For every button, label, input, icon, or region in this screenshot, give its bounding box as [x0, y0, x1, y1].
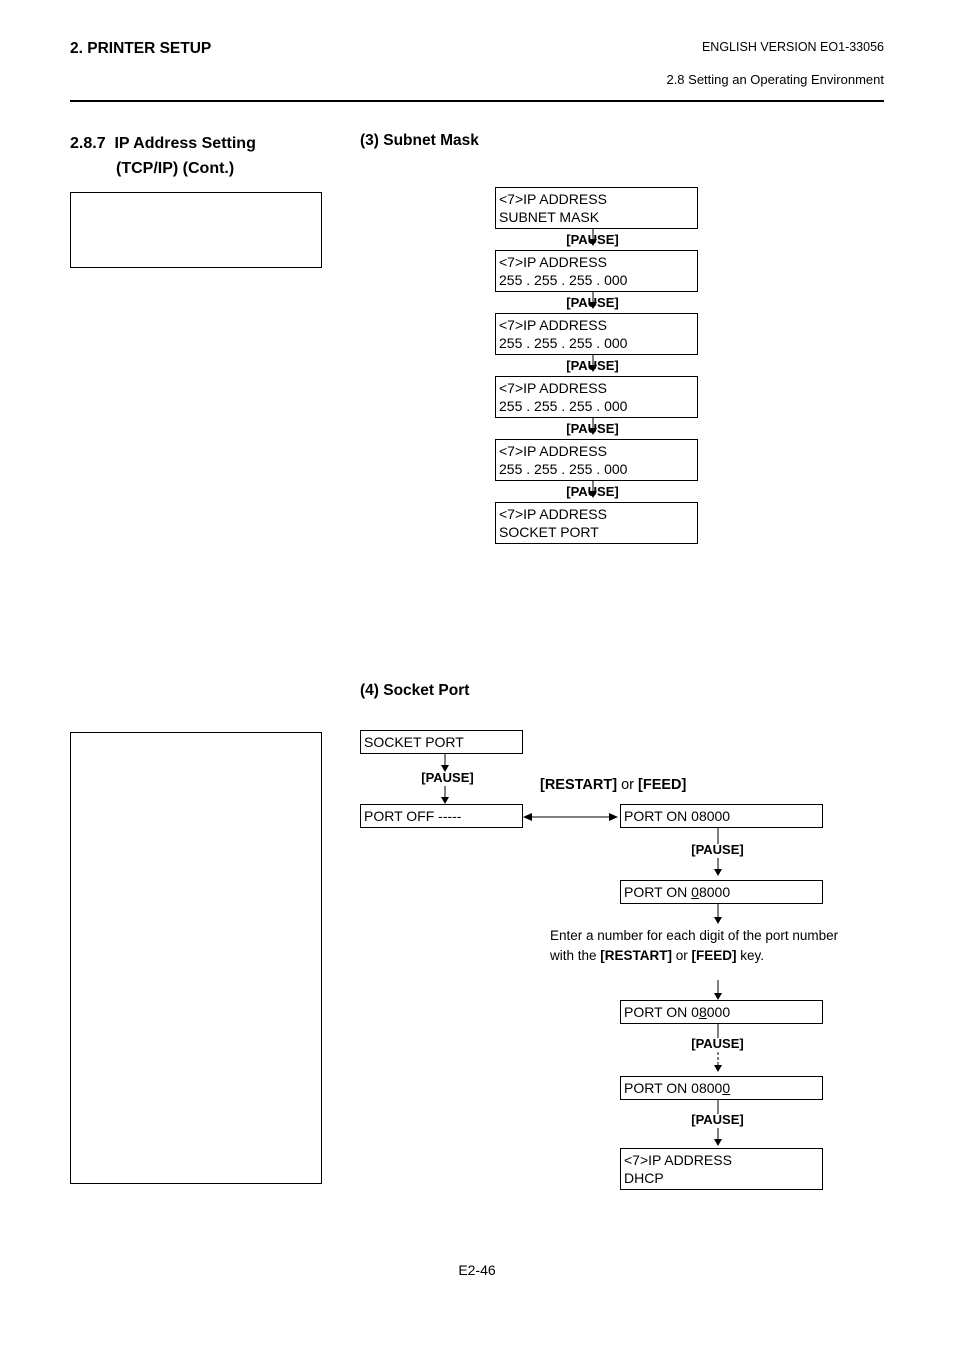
disp-text: PORT ON	[624, 884, 691, 900]
instruction-text: Enter a number for each digit of the por…	[550, 926, 840, 965]
arrow-down-icon	[588, 480, 598, 498]
disp-line: 255 . 255 . 255 . 000	[499, 397, 694, 415]
display-port-off: PORT OFF -----	[360, 804, 523, 828]
disp-line: SOCKET PORT	[499, 523, 694, 541]
restart-key: [RESTART]	[540, 777, 617, 793]
disp-line: <7>IP ADDRESS	[499, 505, 694, 523]
instr-feed: [FEED]	[692, 948, 737, 963]
sec-num: 2.8.7	[70, 135, 106, 152]
disp-line: <7>IP ADDRESS	[499, 316, 694, 334]
instr-or: or	[672, 948, 692, 963]
disp-line: SUBNET MASK	[499, 208, 694, 226]
page-number: E2-46	[70, 1262, 884, 1278]
disp-line: <7>IP ADDRESS	[499, 190, 694, 208]
arrow-down-icon	[713, 980, 723, 1000]
section-number-title: 2.8.7 IP Address Setting (TCP/IP) (Cont.…	[70, 132, 330, 182]
disp-text: 000	[707, 1004, 730, 1020]
disp-text: PORT ON 0800	[624, 1080, 722, 1096]
heading-subnet-mask: (3) Subnet Mask	[360, 132, 479, 150]
arrow-down-dashed-icon	[713, 1052, 723, 1072]
disp-line: 255 . 255 . 255 . 000	[499, 271, 694, 289]
pause-label: [PAUSE]	[620, 842, 815, 857]
display-port-on-3: PORT ON 08000	[620, 1000, 823, 1024]
display-port-on-1: PORT ON 08000	[620, 804, 823, 828]
pause-label: [PAUSE]	[620, 1036, 815, 1051]
disp-line: <7>IP ADDRESS	[499, 442, 694, 460]
disp-text: 8000	[699, 884, 730, 900]
header-rule	[70, 100, 884, 102]
display-socket-start: SOCKET PORT	[360, 730, 523, 754]
header-left: 2. PRINTER SETUP	[70, 40, 211, 57]
disp-line: 255 . 255 . 255 . 000	[499, 460, 694, 478]
disp-text: PORT ON 0	[624, 1004, 699, 1020]
disp-underlined-digit: 8	[699, 1004, 707, 1020]
arrow-down-icon	[713, 858, 723, 876]
display-subnet-3: <7>IP ADDRESS 255 . 255 . 255 . 000	[495, 313, 698, 355]
pause-label: [PAUSE]	[620, 1112, 815, 1127]
arrow-down-icon	[588, 228, 598, 246]
display-subnet-2: <7>IP ADDRESS 255 . 255 . 255 . 000	[495, 250, 698, 292]
display-subnet-1: <7>IP ADDRESS SUBNET MASK	[495, 187, 698, 229]
display-subnet-4: <7>IP ADDRESS 255 . 255 . 255 . 000	[495, 376, 698, 418]
pause-label: [PAUSE]	[350, 770, 545, 785]
note-box-empty-2	[70, 732, 322, 1184]
disp-line: <7>IP ADDRESS	[624, 1151, 819, 1169]
or-text: or	[617, 777, 638, 793]
header-section: 2.8 Setting an Operating Environment	[666, 72, 884, 87]
disp-line: <7>IP ADDRESS	[499, 379, 694, 397]
sec-subtitle: (TCP/IP) (Cont.)	[70, 157, 330, 182]
display-port-on-4: PORT ON 08000	[620, 1076, 823, 1100]
display-subnet-5: <7>IP ADDRESS 255 . 255 . 255 . 000	[495, 439, 698, 481]
disp-underlined-digit: 0	[691, 884, 699, 900]
arrow-down-icon	[588, 417, 598, 435]
disp-line: DHCP	[624, 1169, 819, 1187]
sec-title: IP Address Setting	[114, 135, 255, 152]
instr-restart: [RESTART]	[600, 948, 672, 963]
feed-key: [FEED]	[638, 777, 686, 793]
arrow-down-icon	[713, 904, 723, 924]
arrow-down-icon	[588, 291, 598, 309]
note-box-empty-1	[70, 192, 322, 268]
disp-underlined-digit: 0	[722, 1080, 730, 1096]
arrow-two-headed-icon	[523, 812, 618, 822]
heading-socket-port: (4) Socket Port	[360, 682, 469, 700]
header-version: ENGLISH VERSION EO1-33056	[702, 40, 884, 54]
arrow-down-icon	[713, 1128, 723, 1146]
display-final: <7>IP ADDRESS DHCP	[620, 1148, 823, 1190]
arrow-down-icon	[440, 786, 450, 804]
display-port-on-2: PORT ON 08000	[620, 880, 823, 904]
restart-or-feed-label: [RESTART] or [FEED]	[540, 777, 686, 793]
disp-line: <7>IP ADDRESS	[499, 253, 694, 271]
arrow-down-icon	[588, 354, 598, 372]
instr-tail: key.	[737, 948, 765, 963]
display-subnet-6: <7>IP ADDRESS SOCKET PORT	[495, 502, 698, 544]
disp-line: 255 . 255 . 255 . 000	[499, 334, 694, 352]
